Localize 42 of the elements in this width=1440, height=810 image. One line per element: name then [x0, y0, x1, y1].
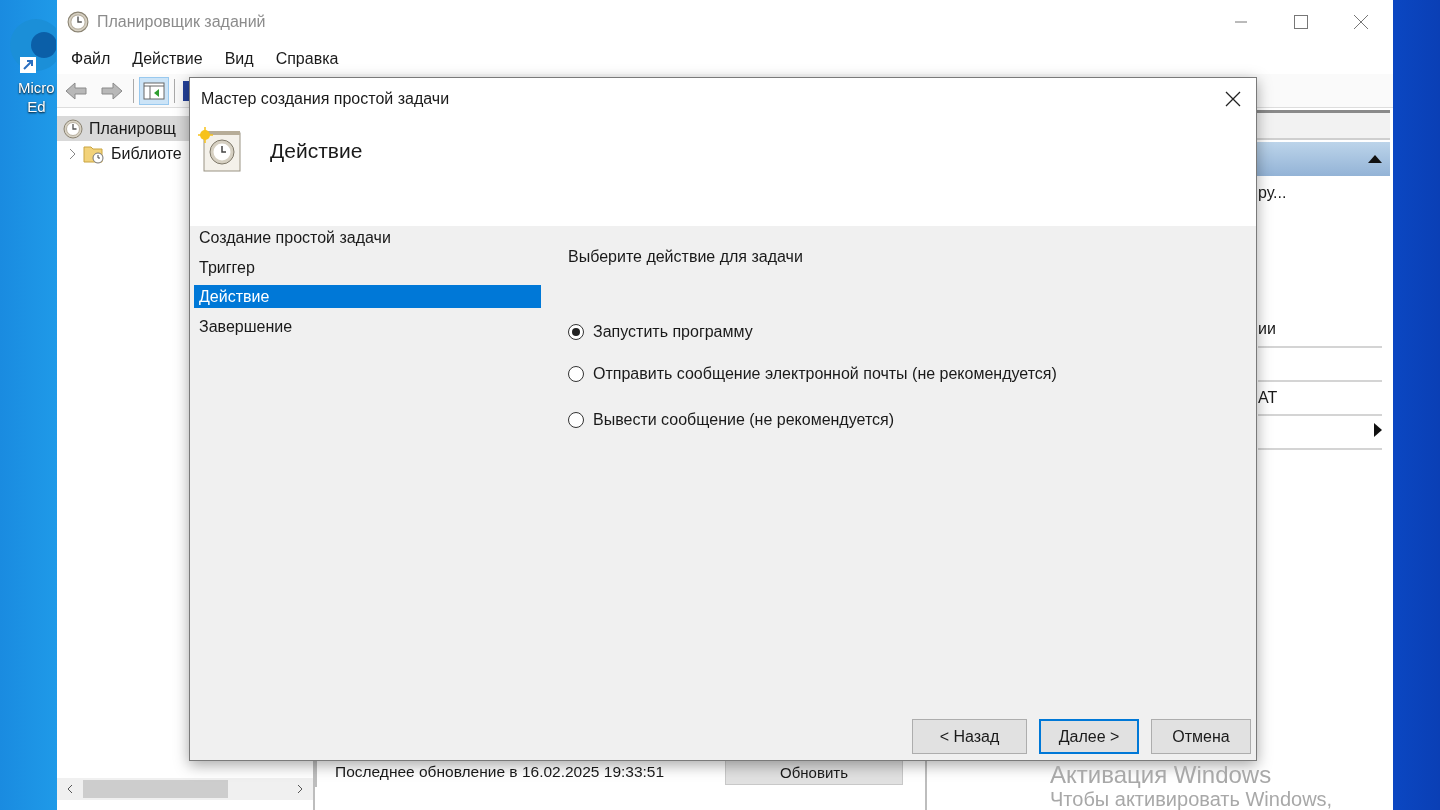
- menu-item[interactable]: Файл: [71, 50, 111, 68]
- wizard-step[interactable]: Создание простой задачи: [194, 226, 541, 249]
- action-item[interactable]: ру...: [1258, 184, 1287, 202]
- tree-item[interactable]: Планировщ: [57, 116, 190, 141]
- task-clock-icon: [198, 127, 244, 173]
- close-icon: [1354, 15, 1368, 29]
- scroll-right-icon[interactable]: [295, 784, 305, 794]
- maximize-icon: [1294, 15, 1308, 29]
- scroll-left-icon[interactable]: [65, 784, 75, 794]
- close-icon: [1225, 90, 1241, 107]
- menu-item[interactable]: Вид: [224, 50, 254, 68]
- action-item[interactable]: АТ: [1258, 389, 1278, 407]
- dialog-title: Мастер создания простой задачи: [201, 89, 450, 108]
- wizard-step[interactable]: Триггер: [194, 255, 541, 279]
- wizard-button[interactable]: < Назад: [912, 719, 1027, 754]
- activation-notice: Чтобы активировать Windows,: [1050, 788, 1333, 810]
- radio-option[interactable]: Запустить программу: [568, 322, 1057, 342]
- radio-option[interactable]: Вывести сообщение (не рекомендуется): [568, 410, 1057, 430]
- folder-clock-icon: [83, 143, 105, 164]
- refresh-button[interactable]: Обновить: [725, 759, 903, 785]
- last-update-text: Последнее обновление в 16.02.2025 19:33:51: [335, 763, 665, 781]
- wizard-step[interactable]: Действие: [194, 285, 541, 308]
- wizard-button[interactable]: Далее >: [1039, 719, 1139, 754]
- chevron-icon[interactable]: [69, 147, 77, 160]
- action-item[interactable]: ии: [1258, 320, 1276, 338]
- prompt-text: Выберите действие для задачи: [568, 248, 804, 266]
- wizard-heading: Действие: [270, 139, 363, 163]
- clock-icon: [63, 118, 83, 139]
- menu-item[interactable]: Действие: [132, 50, 203, 68]
- activation-notice: Активация Windows: [1050, 762, 1273, 788]
- window-title: Планировщик заданий: [97, 13, 266, 31]
- desktop-icon-label: Ed: [27, 97, 46, 116]
- clock-icon: [67, 11, 89, 33]
- wizard-step[interactable]: Завершение: [194, 314, 541, 338]
- horizontal-scrollbar[interactable]: [57, 778, 313, 800]
- wizard-button[interactable]: Отмена: [1151, 719, 1251, 754]
- panel-view-icon[interactable]: [140, 77, 168, 104]
- collapse-triangle-icon[interactable]: [1368, 155, 1382, 163]
- menu-item[interactable]: Справка: [275, 50, 339, 68]
- radio-option[interactable]: Отправить сообщение электронной почты (не рекомендуется): [568, 364, 1057, 384]
- desktop-icon-label: Micro: [18, 78, 55, 97]
- tree-item[interactable]: Библиоте: [57, 141, 190, 166]
